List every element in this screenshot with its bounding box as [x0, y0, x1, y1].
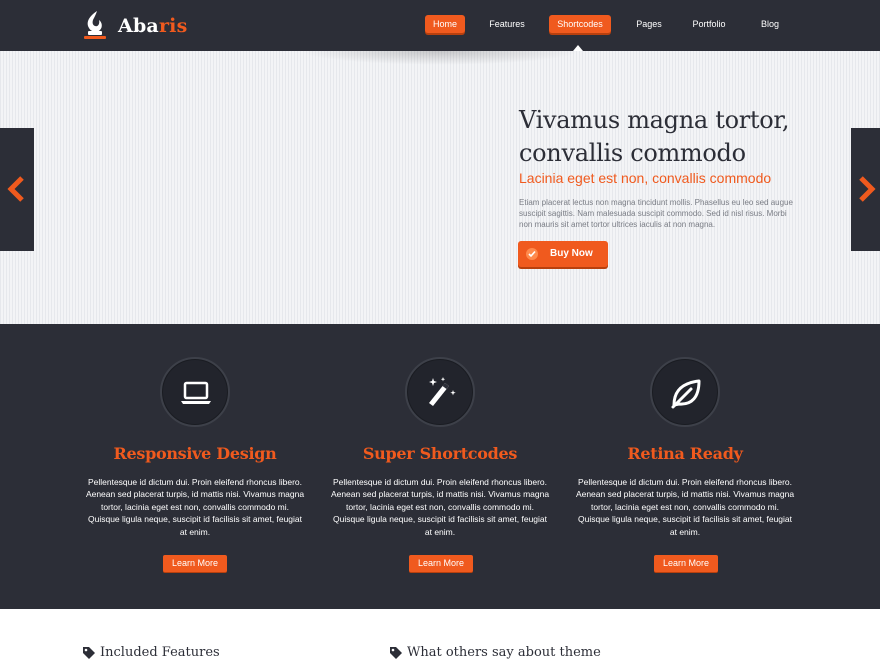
nav-item-home[interactable]: Home: [425, 15, 465, 33]
site-header: Abaris Home Features Shortcodes Pages Po…: [0, 0, 880, 51]
tag-icon: [83, 647, 95, 659]
feature-text: Pellentesque id dictum dui. Proin eleife…: [330, 477, 550, 537]
feature-super-shortcodes: Super Shortcodes Pellentesque id dictum …: [330, 324, 550, 609]
slider-prev-button[interactable]: [0, 128, 34, 251]
leaf-icon: [671, 379, 701, 409]
hero-subtitle: Lacinia eget est non, convallis commodo: [519, 170, 772, 186]
chevron-right-icon: [859, 176, 876, 202]
feature-title: Retina Ready: [627, 444, 743, 463]
laptop-icon: [181, 381, 211, 404]
learn-more-button[interactable]: Learn More: [409, 555, 473, 572]
feature-retina-ready: Retina Ready Pellentesque id dictum dui.…: [575, 324, 795, 609]
feature-text: Pellentesque id dictum dui. Proin eleife…: [85, 477, 305, 537]
feature-title: Super Shortcodes: [362, 444, 518, 463]
buy-now-button[interactable]: Buy Now: [518, 241, 608, 267]
slider-next-button[interactable]: [851, 128, 880, 251]
feature-icon-circle: [405, 357, 475, 427]
feature-title: Responsive Design: [113, 444, 277, 463]
feature-text: Pellentesque id dictum dui. Proin eleife…: [575, 477, 795, 537]
tag-icon: [390, 647, 402, 659]
hero-slider: Vivamus magna tortor, convallis commodo …: [0, 51, 880, 324]
nav-item-portfolio[interactable]: Portfolio: [688, 15, 730, 33]
content-section: Included Features What others say about …: [0, 609, 880, 660]
heading-label: Included Features: [100, 645, 220, 660]
learn-more-button[interactable]: Learn More: [163, 555, 227, 572]
hero-title: Vivamus magna tortor, convallis commodo: [519, 106, 790, 167]
feature-icon-circle: [650, 357, 720, 427]
heading-label: What others say about theme: [407, 645, 601, 660]
main-nav: Home Features Shortcodes Pages Portfolio…: [0, 0, 880, 51]
check-icon: [526, 248, 538, 260]
nav-item-shortcodes[interactable]: Shortcodes: [549, 15, 611, 33]
buy-now-label: Buy Now: [550, 248, 593, 259]
magic-wand-icon: [429, 377, 456, 406]
chevron-left-icon: [7, 176, 24, 202]
feature-icon-circle: [160, 357, 230, 427]
nav-item-features[interactable]: Features: [485, 15, 529, 33]
hero-description: Etiam placerat lectus non magna tincidun…: [519, 198, 793, 229]
nav-item-pages[interactable]: Pages: [632, 15, 666, 33]
feature-responsive-design: Responsive Design Pellentesque id dictum…: [85, 324, 305, 609]
hero-top-shadow: [300, 51, 580, 65]
learn-more-button[interactable]: Learn More: [654, 555, 718, 572]
nav-item-blog[interactable]: Blog: [756, 15, 784, 33]
features-section: Responsive Design Pellentesque id dictum…: [0, 324, 880, 609]
